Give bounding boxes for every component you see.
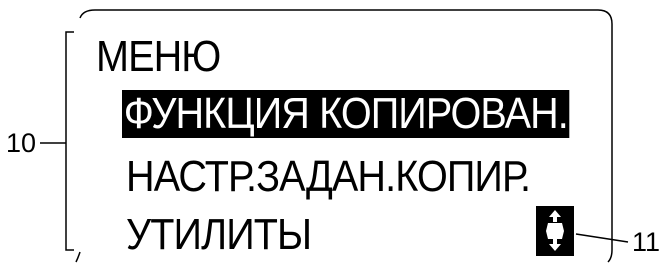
menu-item-copy-function[interactable]: ФУНКЦИЯ КОПИРОВАН.	[122, 90, 570, 138]
menu-item-copy-job-settings[interactable]: НАСТР.ЗАДАН.КОПИР.	[126, 155, 531, 199]
menu-title: МЕНЮ	[96, 32, 221, 81]
up-down-scroll-icon	[536, 206, 574, 256]
callout-label-scroll-indicator: 11	[632, 227, 661, 257]
callout-label-display: 10	[6, 128, 37, 158]
menu-item-utilities[interactable]: УТИЛИТЫ	[126, 213, 312, 257]
